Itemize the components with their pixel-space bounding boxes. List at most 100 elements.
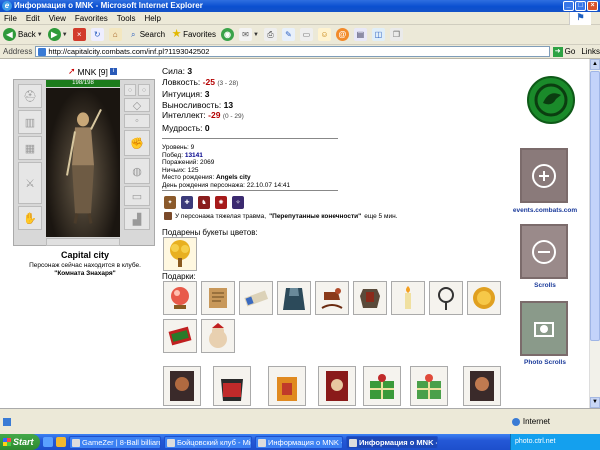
forward-button[interactable]: ▶ ▼ xyxy=(47,28,68,41)
back-button[interactable]: ◀ Back ▼ xyxy=(3,28,43,41)
photo-scrolls-link[interactable]: Photo Scrolls xyxy=(510,359,580,366)
menu-tools[interactable]: Tools xyxy=(117,14,136,23)
crystal-ball-gift-icon[interactable] xyxy=(163,281,197,315)
gloves-slot-icon[interactable]: ✋ xyxy=(18,206,42,230)
fist-card2-gift-icon[interactable] xyxy=(463,366,501,406)
address-input[interactable]: http://capitalcity.combats.com/inf.pl?11… xyxy=(35,46,550,57)
messenger-button[interactable]: ☺ xyxy=(317,28,331,41)
tool-button-a[interactable]: ◫ xyxy=(371,28,385,41)
leggings-slot-icon[interactable] xyxy=(46,238,120,246)
maximize-button[interactable]: □ xyxy=(575,1,586,11)
events-banner-icon[interactable] xyxy=(520,148,568,203)
cloak-gift-icon[interactable] xyxy=(277,281,311,315)
address-bar: Address http://capitalcity.combats.com/i… xyxy=(0,45,600,59)
character-city: Capital city xyxy=(60,250,109,260)
status-bar: Internet xyxy=(0,408,600,434)
print-button[interactable]: ⎙ xyxy=(263,28,277,41)
task-info-mnk-2[interactable]: Информация о МNK - ... xyxy=(346,435,438,449)
scroll-thumb[interactable] xyxy=(590,71,600,341)
page-status-icon xyxy=(3,418,11,426)
ring-slot-icon[interactable]: ○ xyxy=(124,84,136,96)
fist-card-gift-icon[interactable] xyxy=(163,366,201,406)
magic-badge-icon[interactable]: ✧ xyxy=(232,196,244,209)
close-button[interactable]: × xyxy=(587,1,598,11)
parchment-gift-icon[interactable] xyxy=(201,281,235,315)
minimize-button[interactable]: _ xyxy=(563,1,574,11)
flowers-heading: Подарены букеты цветов: xyxy=(162,228,258,237)
order-badge-icon[interactable]: ✚ xyxy=(181,196,193,209)
task-gamezer[interactable]: GameZer | 8-Ball billiards... xyxy=(69,435,161,449)
teddy-bear-gift-icon[interactable] xyxy=(201,319,235,353)
armor-slot-icon[interactable]: ▦ xyxy=(18,136,42,160)
mail-button[interactable]: ✉ ▼ xyxy=(238,28,259,41)
amulet-slot-icon[interactable]: ◇ xyxy=(124,98,150,112)
gift-bag-gift-icon[interactable] xyxy=(268,366,306,406)
refresh-button[interactable]: ↻ xyxy=(90,28,104,41)
menu-file[interactable]: File xyxy=(4,14,17,23)
vertical-scrollbar[interactable]: ▲ ▼ xyxy=(589,59,600,408)
shield-slot-icon[interactable]: ◍ xyxy=(124,158,150,184)
armor-gift-icon[interactable] xyxy=(353,281,387,315)
search-button[interactable]: ⌕ Search xyxy=(127,28,165,41)
magnifier-gift-icon[interactable] xyxy=(429,281,463,315)
attack-arrow-icon[interactable]: ➚ xyxy=(68,66,76,77)
info-icon[interactable]: i xyxy=(109,68,117,75)
shopping-bag-gift-icon[interactable] xyxy=(213,366,251,406)
menu-edit[interactable]: Edit xyxy=(26,14,40,23)
flags-gift-icon[interactable] xyxy=(163,319,197,353)
media-button[interactable]: ◉ xyxy=(220,28,234,41)
candle-gift-icon[interactable] xyxy=(391,281,425,315)
menu-help[interactable]: Help xyxy=(144,14,160,23)
glove-slot-icon[interactable]: ✊ xyxy=(124,130,150,156)
knight-badge-icon[interactable]: ♞ xyxy=(198,196,210,209)
bracers-slot-icon[interactable]: ▥ xyxy=(18,110,42,134)
stop-button[interactable]: × xyxy=(72,28,86,41)
ring-slot-icon[interactable]: ○ xyxy=(138,84,150,96)
belt-slot-icon[interactable]: ▭ xyxy=(124,186,150,206)
research-button[interactable]: ▤ xyxy=(353,28,367,41)
events-link[interactable]: events.combats.com xyxy=(510,207,580,214)
golden-tree-flowers-icon[interactable] xyxy=(163,237,197,271)
photo-scrolls-banner-icon[interactable] xyxy=(520,301,568,356)
helmet-slot-icon[interactable]: ⛑ xyxy=(18,84,42,108)
go-button[interactable]: ➜ Go xyxy=(552,46,575,57)
task-info-mnk-1[interactable]: Информация о MNK - Mi... xyxy=(255,435,343,449)
window-title: Информация о MNK - Microsoft Internet Ex… xyxy=(14,1,203,10)
scrolls-link[interactable]: Scrolls xyxy=(510,282,580,289)
discuss-button[interactable]: ▭ xyxy=(299,28,313,41)
weapon-slot-icon[interactable]: ⚔ xyxy=(18,162,42,204)
home-button[interactable]: ⌂ xyxy=(108,28,122,41)
page-favicon-icon xyxy=(38,47,47,56)
warrior-figure-icon xyxy=(66,108,102,224)
refresh-icon: ↻ xyxy=(90,28,104,41)
boots-slot-icon[interactable]: ▟ xyxy=(124,208,150,230)
divider xyxy=(162,138,338,139)
earrings-slot-icon[interactable]: ◦ xyxy=(124,114,150,128)
email-at-button[interactable]: @ xyxy=(335,28,349,41)
tool-button-b[interactable]: ❐ xyxy=(389,28,403,41)
menu-view[interactable]: View xyxy=(49,14,66,23)
green-box-gift-icon[interactable] xyxy=(363,366,401,406)
ie-quicklaunch-icon[interactable] xyxy=(43,437,53,447)
edit-button[interactable]: ✎ xyxy=(281,28,295,41)
messenger-icon: ☺ xyxy=(317,28,331,41)
task-fightclub[interactable]: Бойцовский клуб - Micr... xyxy=(164,435,252,449)
print-icon: ⎙ xyxy=(263,28,277,41)
menu-favorites[interactable]: Favorites xyxy=(75,14,108,23)
fist-poster-gift-icon[interactable] xyxy=(318,366,356,406)
rocking-horse-gift-icon[interactable] xyxy=(315,281,349,315)
links-button[interactable]: Links xyxy=(581,47,600,56)
start-button[interactable]: Start xyxy=(0,434,40,450)
favorites-button[interactable]: ★ Favorites xyxy=(170,28,216,41)
gold-coin-gift-icon[interactable] xyxy=(467,281,501,315)
flame-badge-icon[interactable]: ✺ xyxy=(215,196,227,209)
info-birthplace: Место рождения: Angels city xyxy=(162,174,251,181)
scrolls-banner-icon[interactable] xyxy=(520,224,568,279)
goat-logo-icon[interactable] xyxy=(527,76,575,124)
folder-quicklaunch-icon[interactable] xyxy=(56,437,66,447)
clan-badge-icon[interactable]: ✦ xyxy=(164,196,176,209)
scroll-down-icon[interactable]: ▼ xyxy=(590,397,600,408)
present-box-gift-icon[interactable] xyxy=(410,366,448,406)
scroll-up-icon[interactable]: ▲ xyxy=(590,59,600,70)
scroll-gift-icon[interactable] xyxy=(239,281,273,315)
